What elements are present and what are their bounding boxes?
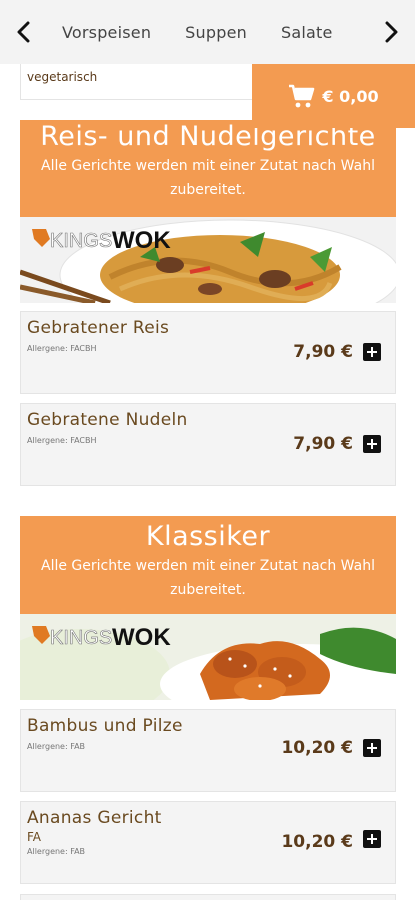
previous-item-text: vegetarisch: [27, 70, 98, 84]
crispy-chicken-image: KINGS WOK: [20, 614, 396, 700]
nav-prev-button[interactable]: [0, 0, 48, 64]
cart-total: € 0,00: [322, 86, 379, 106]
item-price: 7,90 €: [293, 434, 353, 454]
cart-button[interactable]: € 0,00: [252, 64, 415, 128]
section-title: Klassiker: [145, 521, 271, 552]
nav-next-button[interactable]: [367, 0, 415, 64]
menu-item-gebratener-reis[interactable]: Gebratener Reis Allergene: FACBH 7,90 €: [20, 311, 396, 394]
menu-item-bambus-und-pilze[interactable]: Bambus und Pilze Allergene: FAB 10,20 €: [20, 709, 396, 792]
item-allergens: Allergene: FACBH: [27, 344, 97, 353]
item-name: Gebratene Nudeln: [27, 410, 188, 430]
svg-text:KINGS: KINGS: [50, 627, 112, 649]
item-price: 10,20 €: [281, 832, 353, 852]
section-banner-image: KINGS WOK: [20, 614, 396, 700]
tab-suppen[interactable]: Suppen: [185, 23, 247, 42]
svg-text:WOK: WOK: [112, 227, 171, 254]
item-name: Gebratener Reis: [27, 318, 170, 338]
add-to-cart-plus-icon[interactable]: [363, 343, 381, 361]
item-allergens: Allergene: FAB: [27, 847, 86, 856]
chevron-right-icon: [385, 21, 398, 43]
item-allergens: Allergene: FAB: [27, 742, 86, 751]
menu-item-ananas-gericht[interactable]: Ananas Gericht FA Allergene: FAB 10,20 €: [20, 801, 396, 884]
menu-item-gebratene-nudeln[interactable]: Gebratene Nudeln Allergene: FACBH 7,90 €: [20, 403, 396, 486]
category-nav: Vorspeisen Suppen Salate Re: [0, 0, 415, 64]
section-subtitle: Alle Gerichte werden mit einer Zutat nac…: [41, 558, 375, 598]
item-price: 7,90 €: [293, 342, 353, 362]
item-allergens: Allergene: FACBH: [27, 436, 97, 445]
noodle-dish-image: KINGS WOK: [20, 217, 396, 303]
section-header-klassiker: Klassiker Alle Gerichte werden mit einer…: [20, 516, 396, 614]
section-banner-image: KINGS WOK: [20, 217, 396, 303]
tab-salate[interactable]: Salate: [281, 23, 333, 42]
tab-vorspeisen[interactable]: Vorspeisen: [62, 23, 151, 42]
item-variant: FA: [27, 830, 42, 844]
add-to-cart-plus-icon[interactable]: [363, 739, 381, 757]
item-price: 10,20 €: [281, 738, 353, 758]
chevron-left-icon: [17, 21, 30, 43]
section-subtitle: Alle Gerichte werden mit einer Zutat nac…: [41, 158, 375, 198]
section-header-reis-nudel: Reis- und Nudelgerichte Alle Gerichte we…: [20, 120, 396, 217]
next-item-card[interactable]: [20, 894, 396, 900]
item-name: Ananas Gericht: [27, 808, 162, 828]
item-name: Bambus und Pilze: [27, 716, 183, 736]
add-to-cart-plus-icon[interactable]: [363, 830, 381, 848]
svg-text:KINGS: KINGS: [50, 230, 112, 252]
cart-icon: [289, 84, 315, 108]
category-tabs: Vorspeisen Suppen Salate Re: [48, 0, 367, 64]
add-to-cart-plus-icon[interactable]: [363, 435, 381, 453]
svg-text:WOK: WOK: [112, 624, 171, 651]
